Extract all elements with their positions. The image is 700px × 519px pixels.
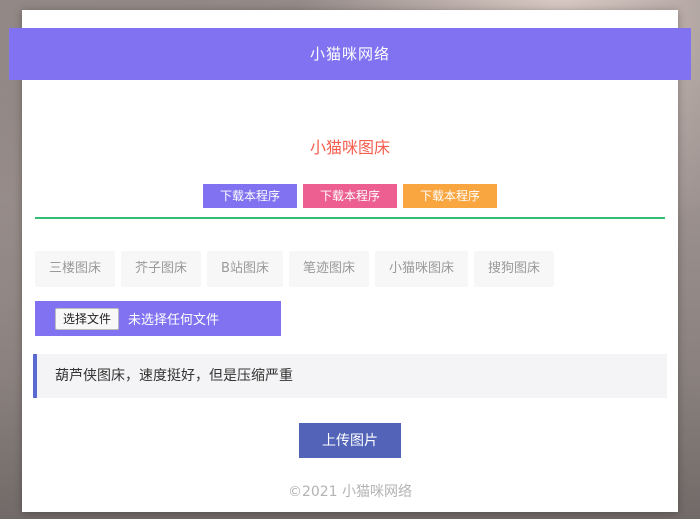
tab-sougou[interactable]: 搜狗图床 [473,251,554,287]
site-banner: 小猫咪网络 [9,28,691,80]
tab-sanlou[interactable]: 三楼图床 [35,251,116,287]
site-title: 小猫咪网络 [309,45,390,63]
main-card: 小猫咪网络 小猫咪图床 下载本程序 下载本程序 下载本程序 三楼图床 芥子图床 … [9,10,691,512]
green-divider [35,217,665,219]
image-host-tabs: 三楼图床 芥子图床 B站图床 笔迹图床 小猫咪图床 搜狗图床 [35,251,665,287]
download-button-pink[interactable]: 下载本程序 [303,184,397,208]
download-button-purple[interactable]: 下载本程序 [203,184,297,208]
upload-button[interactable]: 上传图片 [299,423,401,458]
download-buttons-row: 下载本程序 下载本程序 下载本程序 [22,184,678,208]
download-button-orange[interactable]: 下载本程序 [403,184,497,208]
footer-copyright: ©2021 小猫咪网络 [287,484,413,500]
notice-text: 葫芦侠图床，速度挺好，但是压缩严重 [55,368,293,384]
upload-row: 上传图片 [22,423,678,458]
tab-jiezi[interactable]: 芥子图床 [121,251,202,287]
tab-xiaomaomi[interactable]: 小猫咪图床 [374,251,468,287]
notice-box: 葫芦侠图床，速度挺好，但是压缩严重 [33,354,667,398]
file-input[interactable]: 选择文件 未选择任何文件 [35,301,281,336]
page-title: 小猫咪图床 [309,138,390,157]
tab-biji[interactable]: 笔迹图床 [288,251,369,287]
choose-file-button[interactable]: 选择文件 [55,307,120,330]
file-input-row: 选择文件 未选择任何文件 [35,301,665,336]
file-status-text: 未选择任何文件 [128,313,220,328]
tab-bilibili[interactable]: B站图床 [207,251,283,287]
